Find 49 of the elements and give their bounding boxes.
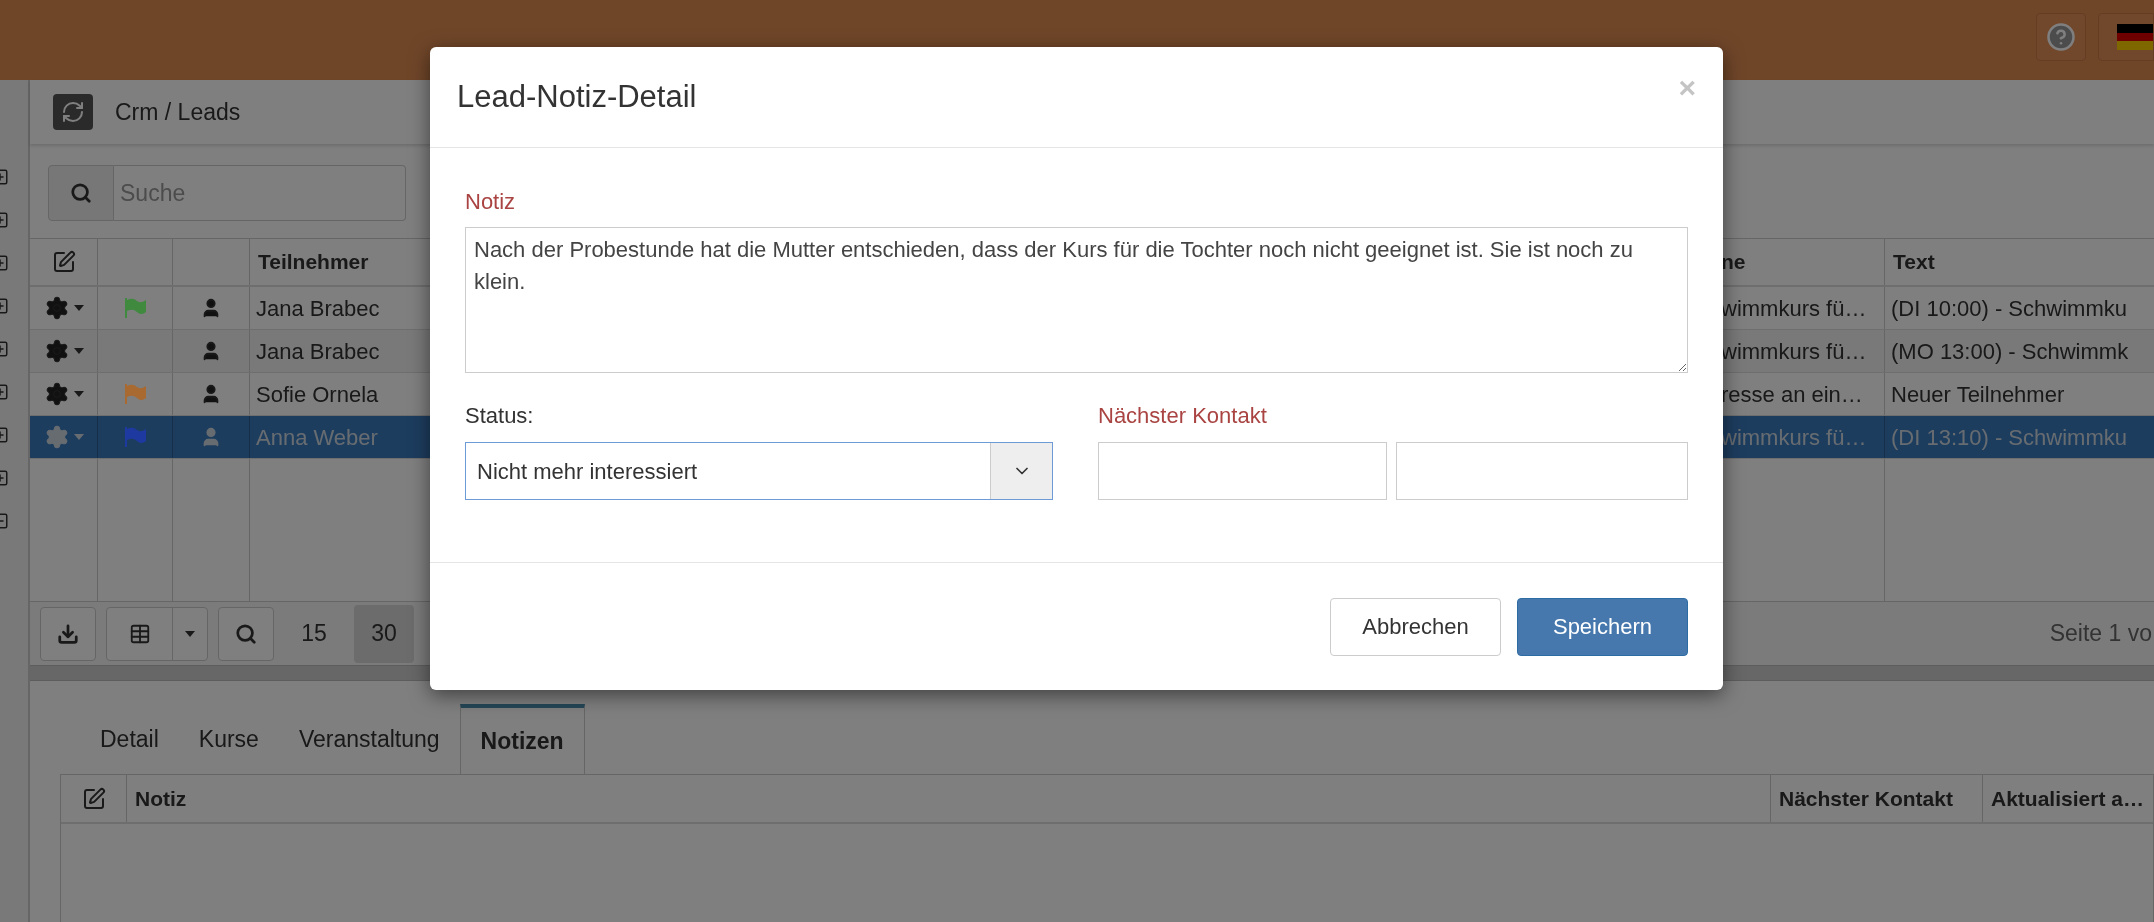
caret-icon (73, 305, 84, 311)
caret-icon (185, 630, 195, 637)
refresh-icon (61, 100, 85, 124)
field-label: Nächster Kontakt (1098, 402, 1267, 430)
caret-icon (73, 348, 84, 354)
breadcrumb: Crm / Leads (115, 97, 241, 127)
download-button[interactable] (40, 606, 96, 661)
help-icon (2046, 22, 2076, 52)
search-icon (70, 182, 92, 204)
status-select[interactable]: Nicht mehr interessiert (465, 442, 1053, 500)
page-size-button[interactable]: 15 (284, 604, 344, 663)
refresh-button[interactable] (53, 94, 93, 130)
table-cell-text: Neuer Teilnehmer (1890, 380, 2066, 409)
table-cell-text: (DI 13:10) - Schwimmku (1890, 423, 2128, 452)
edit-icon[interactable] (51, 250, 76, 274)
cancel-button[interactable]: Abbrechen (1330, 597, 1501, 656)
search-button[interactable] (218, 606, 274, 661)
field-label: Notiz (465, 188, 516, 216)
table-cell-text: Anna Weber (255, 423, 379, 452)
tab[interactable]: Detail (80, 704, 179, 774)
note-field[interactable]: Nach der Probestunde hat die Mutter entschieden, dass der Kurs für die Tochter noch nicht geeignet ist. Sie ist noch zu klein. (465, 227, 1688, 373)
caret-icon (73, 434, 84, 440)
tab[interactable]: Kurse (178, 704, 279, 774)
table-icon (128, 622, 151, 645)
column-header[interactable]: Text (1885, 246, 2154, 278)
table-cell-text: Jana Brabec (255, 294, 381, 323)
table-cell-text: (DI 10:00) - Schwimmku (1890, 294, 2128, 323)
date-field[interactable] (1098, 442, 1387, 500)
page-size-button[interactable]: 30 (354, 604, 414, 663)
tab[interactable]: Veranstaltung (278, 704, 460, 774)
page-info: Seite 1 vo (2049, 619, 2153, 649)
column-header[interactable]: Aktualisiert a… (1983, 782, 2153, 815)
table-cell-text: Jana Brabec (255, 337, 381, 366)
language-button[interactable] (2098, 13, 2154, 61)
download-icon (57, 622, 79, 645)
german-flag-icon (2117, 24, 2153, 50)
time-field[interactable] (1396, 442, 1688, 500)
field-label: Status: (465, 402, 534, 430)
table-cell-text: Sofie Ornela (255, 380, 380, 409)
tab[interactable]: Notizen (459, 704, 585, 774)
help-button[interactable] (2036, 13, 2086, 61)
column-header[interactable]: Nächster Kontakt (1771, 775, 1983, 822)
modal-title: Lead-Notiz-Detail (457, 77, 697, 116)
save-button[interactable]: Speichern (1517, 597, 1688, 656)
search-icon (235, 622, 257, 645)
edit-icon[interactable] (81, 786, 106, 811)
caret-icon (73, 391, 84, 397)
table-cell-text: (MO 13:00) - Schwimmk (1890, 337, 2130, 366)
column-header[interactable]: Notiz (127, 775, 1771, 822)
